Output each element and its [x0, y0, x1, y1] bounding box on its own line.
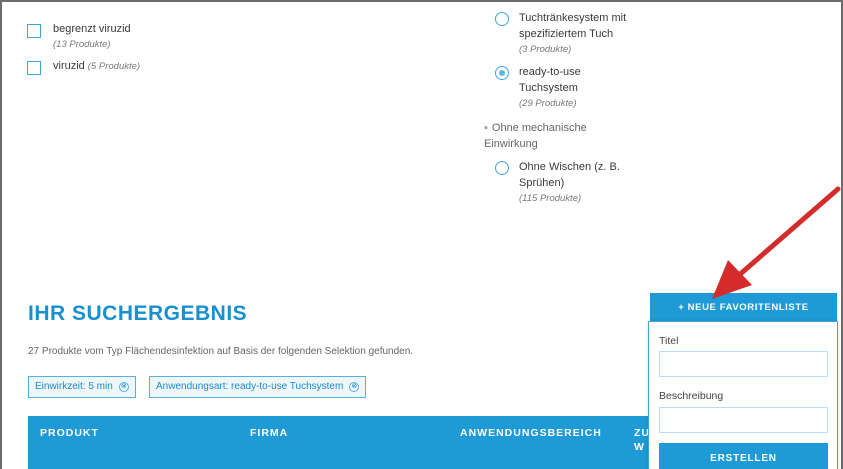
filter-tuchtraenkesystem[interactable]: Tuchtränkesystem mit spezifiziertem Tuch… [495, 10, 639, 58]
filter-ready-to-use[interactable]: ready-to-use Tuchsystem (29 Produkte) [495, 64, 599, 112]
chip-label: Einwirkzeit: 5 min [35, 381, 113, 392]
filter-viruzid[interactable]: viruzid (5 Produkte) [27, 59, 140, 75]
column-header-produkt[interactable]: PRODUKT [40, 427, 99, 439]
chip-einwirkzeit[interactable]: Einwirkzeit: 5 min ⊗ [28, 376, 136, 398]
radio-button-selected[interactable] [495, 66, 509, 80]
radio-button[interactable] [495, 161, 509, 175]
column-header-w[interactable]: W [634, 441, 645, 453]
remove-icon[interactable]: ⊗ [349, 382, 360, 392]
product-count: (29 Produkte) [519, 98, 577, 109]
product-count: (13 Produkte) [53, 39, 111, 50]
radio-button[interactable] [495, 12, 509, 26]
checkbox[interactable] [27, 61, 41, 75]
results-table-header: PRODUKT FIRMA ANWENDUNGSBEREICH ZU W [28, 416, 649, 469]
title-input[interactable] [659, 351, 828, 377]
filter-label: Ohne Wischen (z. B. Sprühen) (115 Produk… [519, 159, 629, 207]
result-title: IHR SUCHERGEBNIS [28, 302, 248, 325]
filter-ohne-wischen[interactable]: Ohne Wischen (z. B. Sprühen) (115 Produk… [495, 159, 629, 207]
favorites-popup: Titel Beschreibung ERSTELLEN [648, 321, 838, 469]
description-label: Beschreibung [659, 390, 724, 402]
remove-icon[interactable]: ⊗ [118, 382, 129, 392]
checkbox[interactable] [27, 24, 41, 38]
filter-label: begrenzt viruzid (13 Produkte) [53, 23, 131, 50]
column-header-firma[interactable]: FIRMA [250, 427, 288, 439]
new-favorites-list-button[interactable]: + NEUE FAVORITENLISTE [650, 293, 837, 321]
title-label: Titel [659, 335, 679, 347]
column-header-anwendungsbereich[interactable]: ANWENDUNGSBEREICH [460, 427, 602, 439]
filter-label: viruzid (5 Produkte) [53, 60, 141, 72]
product-count: (5 Produkte) [87, 61, 141, 72]
bullet-icon: ▪ [484, 122, 488, 134]
product-count: (115 Produkte) [519, 193, 582, 204]
filter-label: ready-to-use Tuchsystem (29 Produkte) [519, 64, 599, 112]
filter-label: Tuchtränkesystem mit spezifiziertem Tuch… [519, 10, 639, 58]
description-input[interactable] [659, 407, 828, 433]
create-button[interactable]: ERSTELLEN [659, 443, 828, 469]
chip-anwendungsart[interactable]: Anwendungsart: ready-to-use Tuchsystem ⊗ [149, 376, 367, 398]
product-count: (3 Produkte) [519, 44, 572, 55]
filter-begrenzt-viruzid[interactable]: begrenzt viruzid (13 Produkte) [27, 22, 131, 52]
group-label-ohne-mechanische-einwirkung: ▪ Ohne mechanische Einwirkung [484, 122, 587, 150]
result-description: 27 Produkte vom Typ Flächendesinfektion … [28, 346, 414, 357]
chip-label: Anwendungsart: ready-to-use Tuchsystem [156, 381, 344, 392]
